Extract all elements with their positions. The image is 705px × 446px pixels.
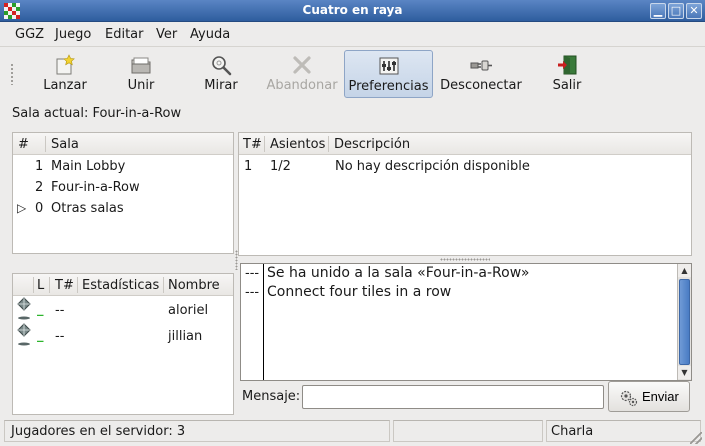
join-button[interactable]: Unir bbox=[104, 50, 178, 98]
send-label: Enviar bbox=[642, 389, 679, 404]
players-list: L T# Estadísticas Nombre _ -- aloriel _ … bbox=[12, 273, 234, 415]
chat-mode-status: Charla bbox=[546, 420, 701, 442]
room-name: Four-in-a-Row bbox=[51, 180, 140, 195]
leave-button[interactable]: Abandonar bbox=[264, 50, 340, 98]
players-on-server-status: Jugadores en el servidor: 3 bbox=[4, 420, 390, 442]
disconnect-button[interactable]: Desconectar bbox=[438, 50, 524, 98]
menu-juego[interactable]: Juego bbox=[55, 27, 91, 42]
join-label: Unir bbox=[127, 78, 155, 93]
preferences-icon bbox=[378, 55, 400, 77]
scroll-thumb[interactable] bbox=[679, 279, 690, 365]
message-input[interactable] bbox=[302, 385, 604, 409]
watch-label: Mirar bbox=[204, 78, 238, 93]
send-button[interactable]: Enviar bbox=[608, 381, 690, 412]
status-bar: Jugadores en el servidor: 3 Charla bbox=[0, 418, 705, 446]
tables-header-description[interactable]: Descripción bbox=[334, 137, 410, 152]
chat-prefix: --- bbox=[245, 285, 260, 300]
rooms-list: # Sala 1 Main Lobby 2 Four-in-a-Row ▷ 0 … bbox=[12, 132, 234, 254]
scroll-up-icon[interactable]: ▲ bbox=[678, 264, 691, 277]
exit-door-icon bbox=[556, 54, 578, 76]
rooms-header-room[interactable]: Sala bbox=[51, 137, 79, 152]
menu-editar[interactable]: Editar bbox=[105, 27, 144, 42]
chat-message: Connect four tiles in a row bbox=[267, 284, 452, 300]
status-empty-field bbox=[393, 420, 543, 442]
maximize-button[interactable]: □ bbox=[668, 3, 684, 19]
current-room-label: Sala actual: Four-in-a-Row bbox=[12, 106, 182, 121]
menu-ver[interactable]: Ver bbox=[156, 27, 177, 42]
resize-grip[interactable] bbox=[690, 432, 702, 444]
chat-message: Se ha unido a la sala «Four-in-a-Row» bbox=[267, 265, 530, 281]
watch-button[interactable]: Mirar bbox=[184, 50, 258, 98]
launch-label: Lanzar bbox=[43, 78, 87, 93]
menu-ggz[interactable]: GGZ bbox=[15, 27, 44, 42]
room-number: 0 bbox=[35, 201, 44, 216]
room-number: 2 bbox=[35, 180, 44, 195]
table-description: No hay descripción disponible bbox=[335, 159, 530, 174]
disconnect-plug-icon bbox=[470, 54, 492, 76]
launch-star-icon bbox=[54, 54, 76, 76]
launch-button[interactable]: Lanzar bbox=[26, 50, 104, 98]
tables-header-table[interactable]: T# bbox=[243, 137, 262, 152]
room-number: 1 bbox=[35, 159, 44, 174]
message-label: Mensaje: bbox=[242, 389, 301, 404]
table-seats: 1/2 bbox=[270, 159, 291, 174]
chat-prefix: --- bbox=[245, 266, 260, 281]
player-name: jillian bbox=[168, 329, 203, 344]
player-table: -- bbox=[55, 329, 65, 344]
table-number: 1 bbox=[244, 159, 253, 174]
leave-x-icon bbox=[291, 54, 313, 76]
lag-indicator: _ bbox=[37, 302, 44, 317]
leave-label: Abandonar bbox=[266, 78, 338, 93]
player-status-icon bbox=[16, 297, 32, 325]
menu-bar: GGZ Juego Editar Ver Ayuda bbox=[0, 23, 705, 45]
watch-magnifier-icon bbox=[210, 54, 232, 76]
scroll-down-icon[interactable]: ▼ bbox=[678, 366, 691, 379]
exit-label: Salir bbox=[552, 78, 582, 93]
exit-button[interactable]: Salir bbox=[534, 50, 600, 98]
title-bar: Cuatro en raya ▁ □ ✕ bbox=[0, 0, 705, 22]
player-name: aloriel bbox=[168, 303, 209, 318]
room-name: Otras salas bbox=[51, 201, 124, 216]
horizontal-pane-handle[interactable] bbox=[440, 258, 490, 261]
players-header-table[interactable]: T# bbox=[55, 278, 74, 293]
gears-icon bbox=[619, 388, 639, 411]
chat-scrollbar[interactable]: ▲ ▼ bbox=[677, 264, 691, 380]
join-folder-icon bbox=[130, 54, 152, 76]
players-header: L T# Estadísticas Nombre bbox=[13, 274, 233, 296]
chat-log[interactable]: --- Se ha unido a la sala «Four-in-a-Row… bbox=[240, 263, 692, 381]
rooms-header: # Sala bbox=[13, 133, 233, 155]
toolbar: Lanzar Unir Mirar Abandonar Preferencias… bbox=[0, 46, 705, 100]
tables-list: T# Asientos Descripción 1 1/2 No hay des… bbox=[238, 132, 692, 256]
window-title: Cuatro en raya bbox=[302, 3, 403, 17]
preferences-label: Preferencias bbox=[348, 79, 429, 94]
room-name: Main Lobby bbox=[51, 159, 126, 174]
disconnect-label: Desconectar bbox=[440, 78, 522, 93]
lag-indicator: _ bbox=[37, 328, 44, 343]
players-header-lag[interactable]: L bbox=[37, 278, 44, 293]
tables-header: T# Asientos Descripción bbox=[239, 133, 691, 155]
menu-ayuda[interactable]: Ayuda bbox=[190, 27, 230, 42]
rooms-header-number[interactable]: # bbox=[18, 137, 29, 152]
preferences-button[interactable]: Preferencias bbox=[344, 50, 433, 98]
player-table: -- bbox=[55, 303, 65, 318]
player-status-icon bbox=[16, 323, 32, 351]
expand-triangle-icon[interactable]: ▷ bbox=[17, 201, 26, 215]
close-window-button[interactable]: ✕ bbox=[686, 3, 702, 19]
players-header-name[interactable]: Nombre bbox=[168, 278, 220, 293]
tables-header-seats[interactable]: Asientos bbox=[270, 137, 325, 152]
players-header-stats[interactable]: Estadísticas bbox=[82, 278, 159, 293]
minimize-button[interactable]: ▁ bbox=[650, 3, 666, 19]
toolbar-grip[interactable] bbox=[10, 63, 14, 85]
